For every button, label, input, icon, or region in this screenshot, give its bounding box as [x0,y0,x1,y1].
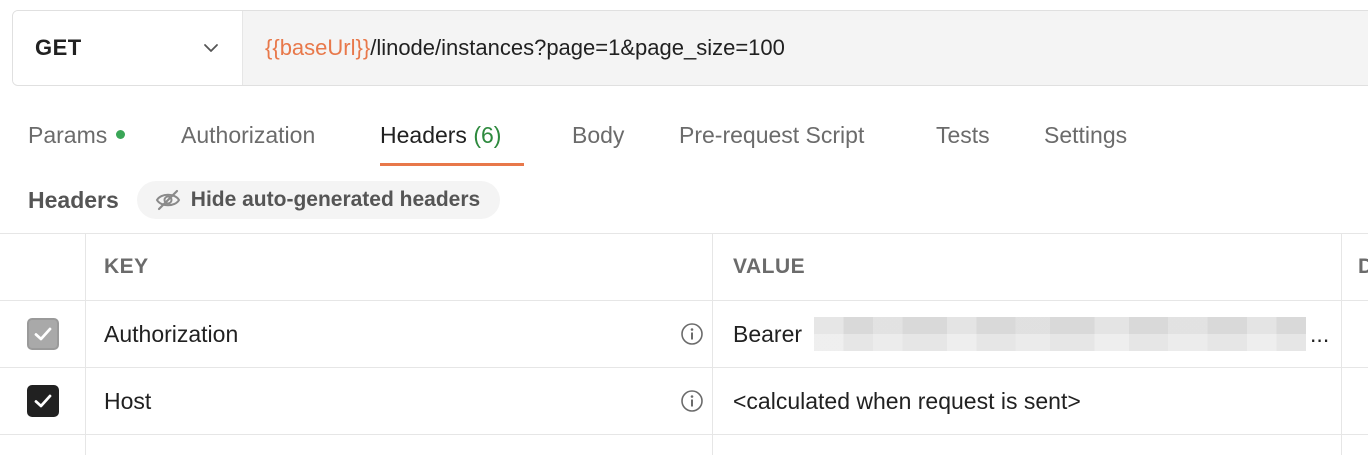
tab-body-label: Body [572,122,625,148]
tab-settings-label: Settings [1044,122,1128,148]
table-row-partial [0,435,1368,455]
table-header-row: KEY VALUE D [0,234,1368,301]
info-icon[interactable] [680,322,704,346]
value-truncation: ... [1310,320,1330,347]
hide-auto-generated-headers-button[interactable]: Hide auto-generated headers [136,181,501,219]
checkmark-icon [34,327,51,341]
headers-section-title: Headers [28,186,119,213]
tab-authorization[interactable]: Authorization [181,122,315,166]
eye-slash-icon [155,189,181,211]
row-description-cell[interactable] [1342,301,1368,367]
headers-table: KEY VALUE D Authorization Bearer ... Hos… [0,233,1368,455]
row-value-cell[interactable]: Bearer ... [713,301,1342,367]
tab-params[interactable]: Params [28,122,126,166]
params-status-dot [116,130,126,140]
tab-headers[interactable]: Headers (6) [380,122,524,166]
column-header-key: KEY [104,255,149,278]
redacted-token [814,317,1307,351]
request-tabs: Params Authorization Headers (6) Body Pr… [0,112,1368,168]
url-variable: {{baseUrl}} [265,35,371,60]
row-check-cell [0,301,86,367]
row-key: Authorization [104,320,239,347]
tab-settings[interactable]: Settings [1044,122,1127,166]
row-value-cell[interactable]: <calculated when request is sent> [713,368,1342,434]
header-check-cell [0,234,86,300]
header-key-cell: KEY [86,234,713,300]
row-check-cell [0,435,86,455]
tab-body[interactable]: Body [572,122,624,166]
column-header-value: VALUE [733,255,806,278]
hide-auto-generated-headers-label: Hide auto-generated headers [190,188,481,211]
tab-headers-count: (6) [473,122,502,148]
request-url-bar: GET {{baseUrl}}/linode/instances?page=1&… [12,10,1368,86]
tab-authorization-label: Authorization [181,122,316,148]
row-key-cell[interactable]: Host [86,368,713,434]
tab-headers-label: Headers [380,122,467,148]
header-description-cell: D [1342,234,1368,300]
row-value: <calculated when request is sent> [733,387,1081,414]
tab-params-label: Params [28,122,108,148]
row-description-cell[interactable] [1342,368,1368,434]
checkmark-icon [34,394,51,408]
row-value-cell [713,435,1342,455]
table-row: Host <calculated when request is sent> [0,368,1368,435]
info-icon[interactable] [680,389,704,413]
row-checkbox[interactable] [26,385,59,417]
row-key-cell [86,435,713,455]
tab-tests[interactable]: Tests [936,122,990,166]
header-value-cell: VALUE [713,234,1342,300]
row-key-cell[interactable]: Authorization [86,301,713,367]
row-check-cell [0,368,86,434]
table-row: Authorization Bearer ... [0,301,1368,368]
method-label: GET [35,35,82,60]
url-path: /linode/instances?page=1&page_size=100 [370,35,785,60]
row-value: Bearer [733,320,803,347]
headers-toolbar: Headers Hide auto-generated headers [28,180,501,220]
method-select[interactable]: GET [13,11,243,85]
tab-pre-request-script-label: Pre-request Script [679,122,865,148]
row-key: Host [104,387,152,414]
tab-pre-request-script[interactable]: Pre-request Script [679,122,864,166]
chevron-down-icon [202,39,220,57]
url-input[interactable]: {{baseUrl}}/linode/instances?page=1&page… [243,11,1368,85]
row-checkbox[interactable] [26,318,59,350]
tab-tests-label: Tests [936,122,990,148]
column-header-description: D [1358,255,1368,278]
